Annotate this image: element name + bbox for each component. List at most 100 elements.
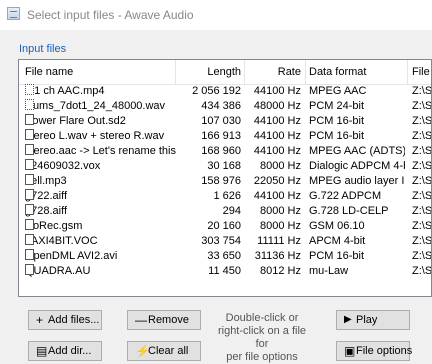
column-divider[interactable] [175, 60, 176, 84]
column-header-file-path[interactable]: File p [412, 66, 431, 78]
file-name-cell: TAXI4BIT.VOC [25, 234, 177, 249]
file-row[interactable]: QUADRA.AU 11 450 8012 Hz mu-Law Z:\S [19, 264, 431, 279]
file-name-text: 5.1 ch AAC.mp4 [25, 85, 105, 97]
rate-cell: 11111 Hz [257, 235, 301, 247]
data-format-cell: APCM 4-bit [309, 235, 366, 247]
column-divider[interactable] [305, 60, 306, 84]
column-header-data-format[interactable]: Data format [309, 66, 366, 78]
file-name-cell: bell.mp3 [25, 174, 177, 189]
file-path-cell: Z:\S [412, 85, 432, 97]
file-row[interactable]: NoRec.gsm 20 160 8000 Hz GSM 06.10 Z:\S [19, 219, 431, 234]
file-path-cell: Z:\S [412, 205, 432, 217]
file-icon [25, 159, 34, 170]
rate-cell: 8000 Hz [260, 220, 301, 232]
file-name-cell: NoRec.gsm [25, 219, 177, 234]
data-format-cell: GSM 06.10 [309, 220, 365, 232]
file-path-cell: Z:\S [412, 160, 432, 172]
length-cell: 294 [222, 205, 241, 217]
file-name-text: stereo.aac -> Let's rename this [25, 145, 176, 157]
column-divider[interactable] [244, 60, 245, 84]
file-row[interactable]: 024609032.vox 30 168 8000 Hz Dialogic ADPCM… [19, 159, 431, 174]
length-cell: 166 913 [201, 130, 241, 142]
file-path-cell: Z:\S [412, 100, 432, 112]
file-icon [25, 234, 34, 245]
file-list-header: File name Length Rate Data format File p [19, 60, 431, 85]
file-row[interactable]: TAXI4BIT.VOC 303 754 11111 Hz APCM 4-bit Z:\… [19, 234, 431, 249]
file-row[interactable]: bell.mp3 158 976 22050 Hz MPEG audio layer … [19, 174, 431, 189]
length-cell: 107 030 [201, 115, 241, 127]
data-format-cell: MPEG audio layer III [309, 175, 405, 187]
file-path-cell: Z:\S [412, 250, 432, 262]
file-path-cell: Z:\S [412, 220, 432, 232]
file-path-cell: Z:\S [412, 265, 432, 277]
length-cell: 2 056 192 [192, 85, 241, 97]
data-format-cell: G.722 ADPCM [309, 190, 382, 202]
app-icon [7, 7, 20, 20]
column-header-file-name[interactable]: File name [25, 66, 73, 78]
rate-cell: 31136 Hz [254, 250, 301, 262]
file-list[interactable]: File name Length Rate Data format File p… [18, 59, 432, 297]
file-name-text: OpenDML AVI2.avi [25, 250, 118, 262]
file-name-cell: g722.aiff [25, 189, 177, 204]
file-icon [25, 189, 34, 200]
play-icon: ▶ [344, 314, 352, 325]
file-path-cell: Z:\S [412, 190, 432, 202]
file-name-cell: Nums_7dot1_24_48000.wav [25, 99, 177, 114]
minus-icon: — [135, 313, 147, 327]
data-format-cell: mu-Law [309, 265, 349, 277]
add-files-button[interactable]: + Add files... [28, 310, 102, 330]
rate-cell: 8000 Hz [260, 205, 301, 217]
file-name-text: TAXI4BIT.VOC [25, 235, 98, 247]
length-cell: 33 650 [207, 250, 241, 262]
file-row[interactable]: g722.aiff 1 626 44100 Hz G.722 ADPCM Z:\S [19, 189, 431, 204]
rate-cell: 22050 Hz [253, 175, 301, 187]
file-name-cell: 5.1 ch AAC.mp4 [25, 84, 177, 99]
remove-button[interactable]: — Remove [127, 310, 201, 330]
file-row[interactable]: Power Flare Out.sd2 107 030 44100 Hz PCM 16… [19, 114, 431, 129]
file-name-text: Nums_7dot1_24_48000.wav [25, 100, 166, 112]
file-name-cell: stereo L.wav + stereo R.wav [25, 129, 177, 144]
file-options-hint: Double-click or right-click on a file fo… [217, 312, 307, 363]
column-header-length[interactable]: Length [179, 66, 241, 78]
file-path-cell: Z:\S [412, 145, 432, 157]
file-row[interactable]: stereo L.wav + stereo R.wav 166 913 44100 … [19, 129, 431, 144]
length-cell: 434 386 [201, 100, 241, 112]
length-cell: 303 754 [201, 235, 241, 247]
column-divider[interactable] [407, 60, 408, 84]
file-name-cell: Power Flare Out.sd2 [25, 114, 177, 129]
file-icon [25, 219, 34, 230]
add-dir-button[interactable]: ▤ Add dir... [28, 341, 102, 361]
column-header-rate[interactable]: Rate [247, 66, 301, 78]
rate-cell: 48000 Hz [253, 100, 301, 112]
play-button[interactable]: ▶ Play [336, 310, 410, 330]
file-icon [25, 249, 34, 260]
media-file-icon [25, 84, 34, 95]
data-format-cell: MPEG AAC (ADTS) [309, 145, 405, 157]
file-name-text: 024609032.vox [25, 160, 101, 172]
clear-all-button[interactable]: ⚡ Clear all [127, 341, 201, 361]
length-cell: 168 960 [201, 145, 241, 157]
file-name-text: stereo L.wav + stereo R.wav [25, 130, 165, 142]
file-name-cell: 024609032.vox [25, 159, 177, 174]
rate-cell: 44100 Hz [253, 85, 301, 97]
rate-cell: 8012 Hz [260, 265, 301, 277]
folder-icon: ▤ [36, 344, 48, 358]
file-options-button[interactable]: ▣ File options [336, 341, 412, 361]
file-row[interactable]: 5.1 ch AAC.mp4 2 056 192 44100 Hz MPEG AAC Z… [19, 84, 431, 99]
file-name-cell: stereo.aac -> Let's rename this [25, 144, 177, 159]
file-row[interactable]: stereo.aac -> Let's rename this 168 960 44… [19, 144, 431, 159]
file-icon [25, 174, 34, 185]
file-path-cell: Z:\S [412, 235, 432, 247]
file-name-cell: g728.aiff [25, 204, 177, 219]
file-icon [25, 114, 34, 125]
file-row[interactable]: OpenDML AVI2.avi 33 650 31136 Hz PCM 16-bit… [19, 249, 431, 264]
plus-icon: + [36, 313, 44, 327]
length-cell: 30 168 [207, 160, 241, 172]
length-cell: 158 976 [201, 175, 241, 187]
file-row[interactable]: Nums_7dot1_24_48000.wav 434 386 48000 Hz PC… [19, 99, 431, 114]
file-path-cell: Z:\S [412, 130, 432, 142]
file-row[interactable]: g728.aiff 294 8000 Hz G.728 LD-CELP Z:\S [19, 204, 431, 219]
file-icon [25, 204, 34, 215]
data-format-cell: MPEG AAC [309, 85, 367, 97]
data-format-cell: Dialogic ADPCM 4-bit [309, 160, 405, 172]
